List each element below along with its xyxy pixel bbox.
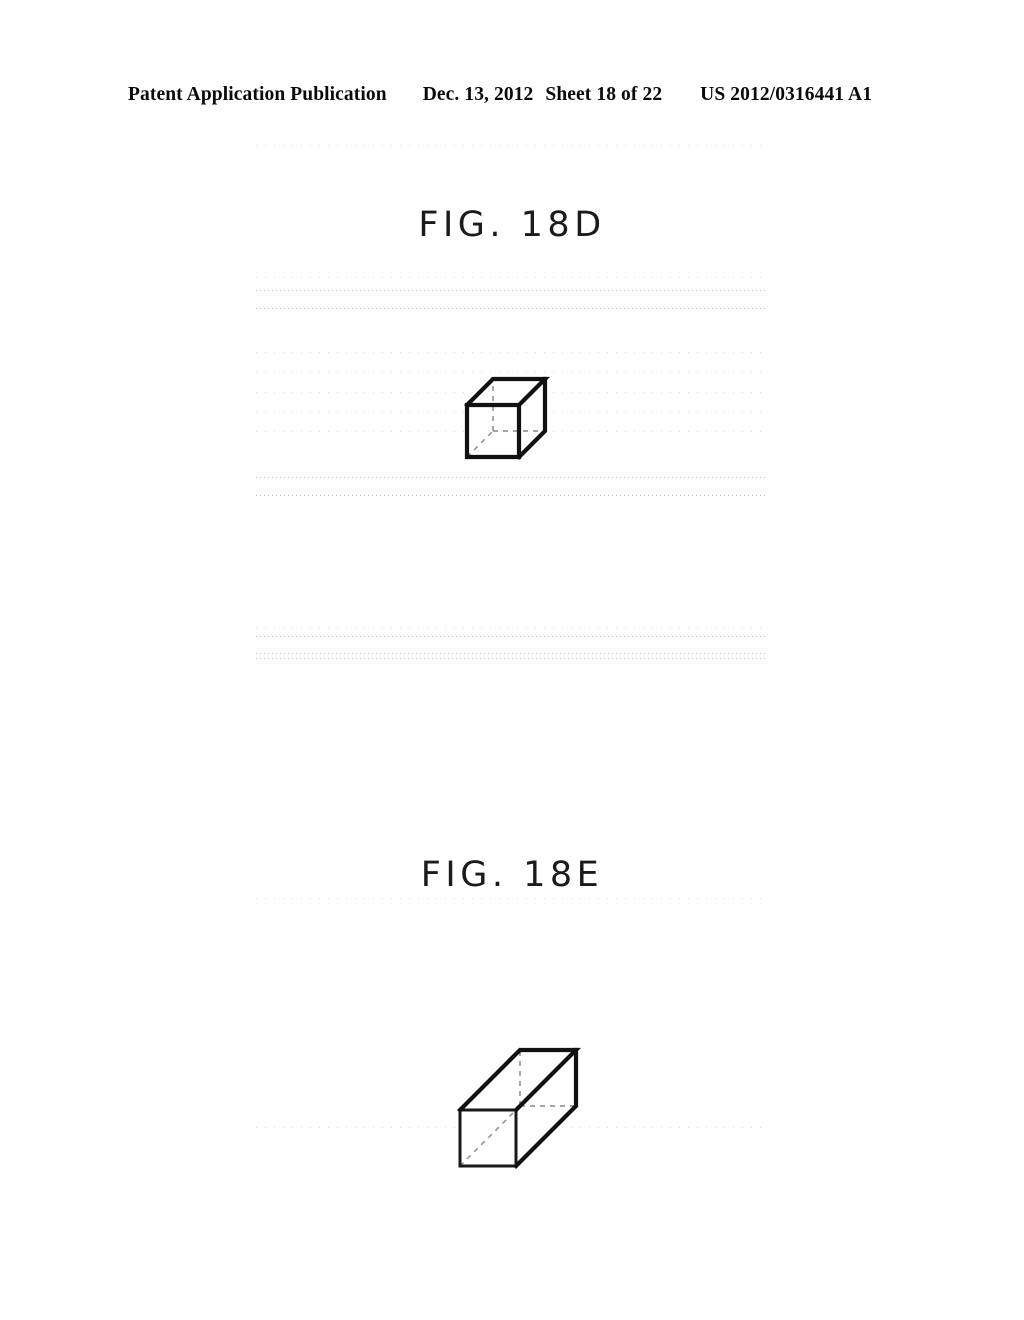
scan-artifact-line xyxy=(256,352,768,353)
figure-18d-drawing xyxy=(0,370,1024,470)
header-sheet-label: Sheet 18 of 22 xyxy=(545,84,663,105)
scan-artifact-line xyxy=(256,290,768,291)
scan-artifact-line xyxy=(256,628,768,629)
patent-page: Patent Application Publication Dec. 13, … xyxy=(0,0,1024,1320)
figure-18e-label: FIG. 18E xyxy=(420,855,604,895)
scan-artifact-line xyxy=(256,277,768,278)
scan-artifact-line xyxy=(256,636,768,637)
header-patent-number: US 2012/0316441 A1 xyxy=(700,84,873,105)
scan-artifact-line xyxy=(256,898,768,899)
scan-artifact-line xyxy=(256,653,768,654)
scan-artifact-line xyxy=(256,308,768,309)
page-header: Patent Application Publication Dec. 13, … xyxy=(128,84,896,110)
figure-18e-drawing xyxy=(0,1047,1024,1178)
scan-artifact-line xyxy=(256,477,768,478)
wireframe-prism-svg xyxy=(457,1047,582,1169)
wireframe-cube-svg xyxy=(464,376,551,460)
header-publication-label: Patent Application Publication xyxy=(128,84,387,105)
scan-artifact-line xyxy=(256,495,768,496)
scan-artifact-line xyxy=(256,658,768,659)
figure-18d-label: FIG. 18D xyxy=(418,205,606,245)
header-publication-date: Dec. 13, 2012 xyxy=(422,84,534,105)
scan-artifact-line xyxy=(256,145,768,146)
